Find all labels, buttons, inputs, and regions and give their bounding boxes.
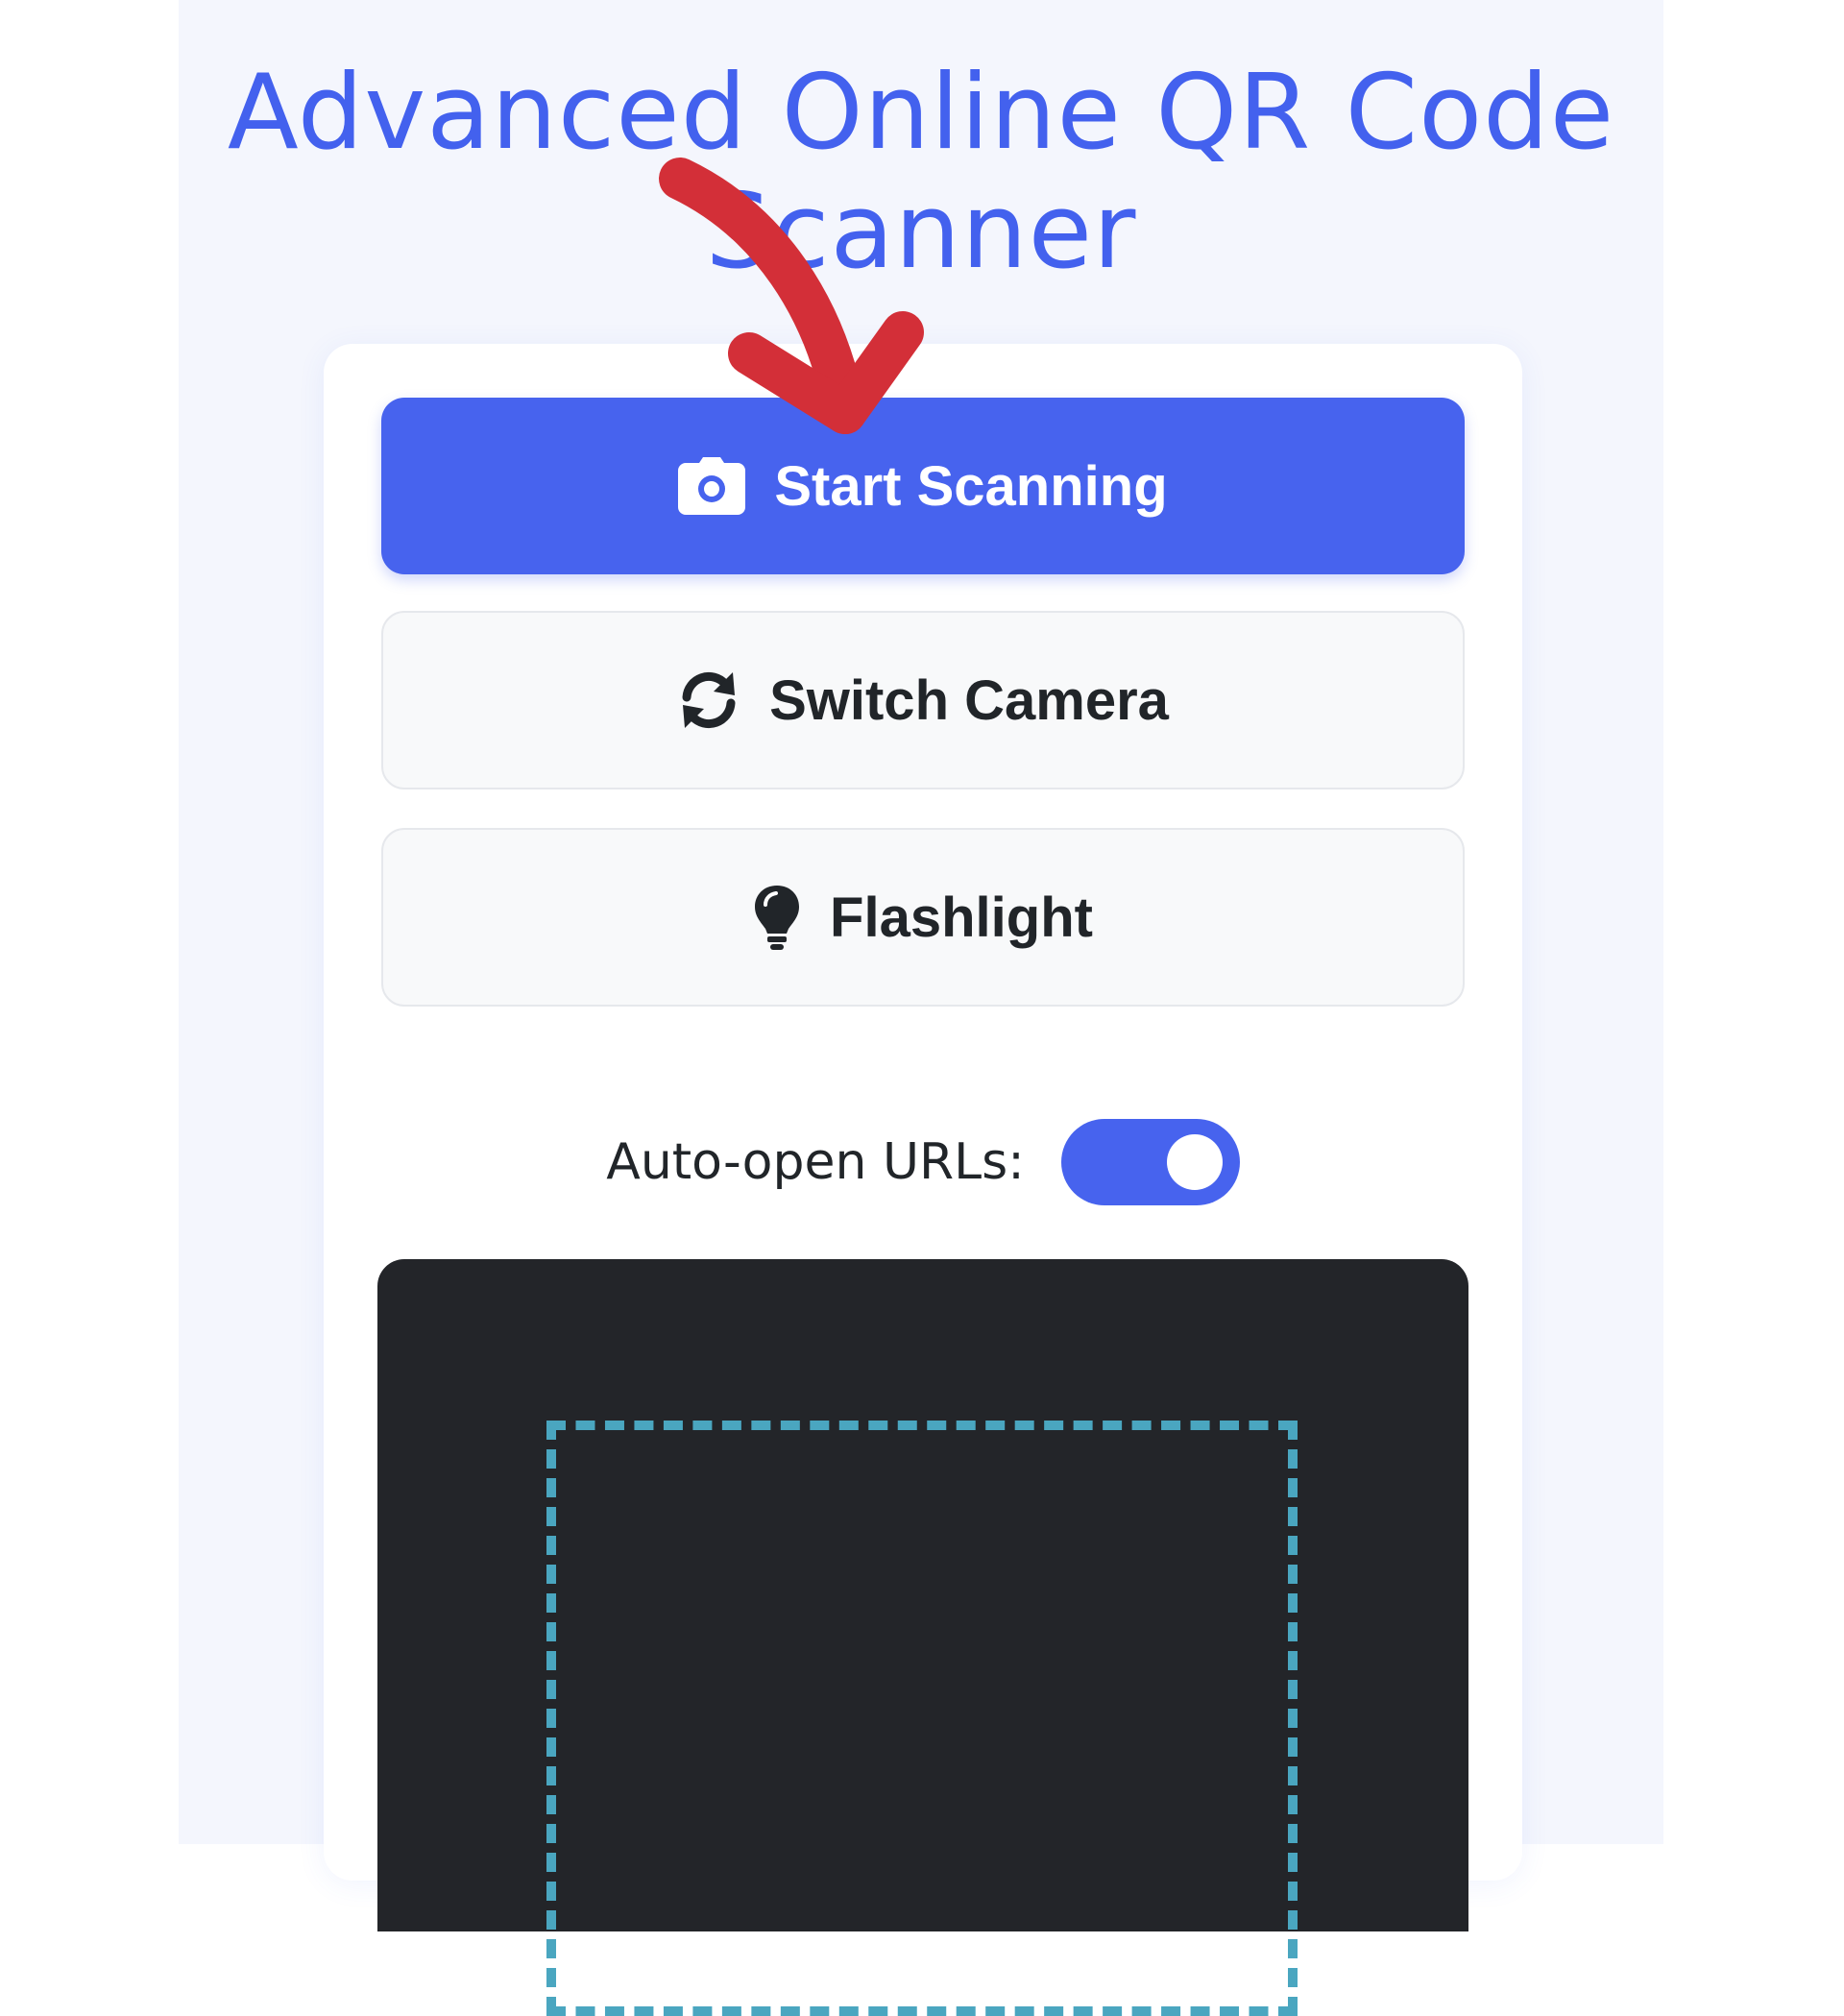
scanner-card: Start Scanning Switch Camera Flashlight …	[324, 344, 1522, 2016]
page-title: Advanced Online QR Code Scanner	[227, 53, 1615, 292]
page-background: Advanced Online QR Code Scanner Start Sc…	[179, 0, 1663, 2016]
flashlight-button[interactable]: Flashlight	[381, 828, 1465, 1007]
camera-icon	[678, 457, 746, 515]
start-scanning-label: Start Scanning	[774, 454, 1168, 518]
switch-camera-button[interactable]: Switch Camera	[381, 611, 1465, 789]
scan-region-frame	[546, 1421, 1298, 2016]
flashlight-label: Flashlight	[830, 886, 1093, 949]
auto-open-label: Auto-open URLs:	[606, 1133, 1025, 1191]
auto-open-setting: Auto-open URLs:	[324, 1116, 1522, 1208]
switch-camera-label: Switch Camera	[769, 668, 1169, 732]
start-scanning-button[interactable]: Start Scanning	[381, 398, 1465, 574]
sync-icon	[677, 668, 740, 732]
lightbulb-icon	[753, 884, 801, 951]
toggle-knob	[1166, 1134, 1223, 1190]
camera-preview	[377, 1259, 1468, 2016]
auto-open-toggle[interactable]	[1060, 1119, 1240, 1205]
